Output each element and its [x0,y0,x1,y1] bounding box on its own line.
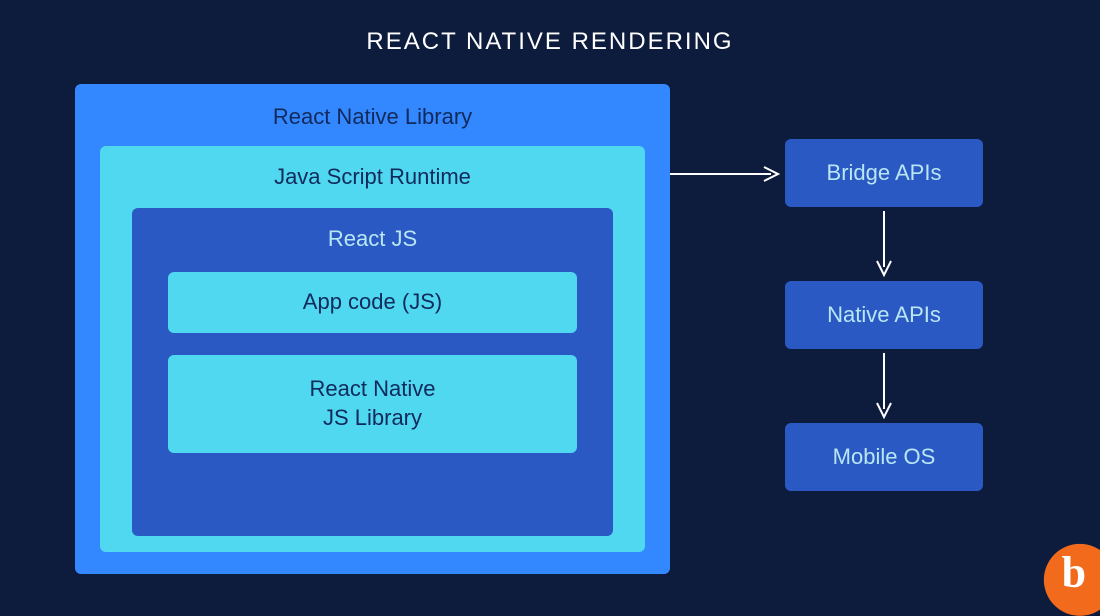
reactjs-label: React JS [168,226,577,252]
arrow-down-2 [874,349,894,423]
react-native-library-label: React Native Library [100,104,645,130]
reactjs-box: React JS App code (JS) React NativeJS Li… [132,208,613,536]
arrow-to-bridge [670,164,785,184]
diagram-canvas: React Native Library Java Script Runtime… [0,74,1100,594]
app-code-box: App code (JS) [168,272,577,333]
native-apis-box: Native APIs [785,281,983,349]
brand-logo-icon: b [1044,544,1100,616]
js-runtime-box: Java Script Runtime React JS App code (J… [100,146,645,552]
api-flow-column: Bridge APIs Native APIs Mobile OS [785,139,983,491]
brand-logo-glyph: b [1062,546,1086,597]
react-native-library-box: React Native Library Java Script Runtime… [75,84,670,574]
rn-js-library-box: React NativeJS Library [168,355,577,453]
js-runtime-label: Java Script Runtime [132,164,613,190]
diagram-title: REACT NATIVE RENDERING [0,0,1100,56]
bridge-apis-box: Bridge APIs [785,139,983,207]
arrow-down-1 [874,207,894,281]
mobile-os-box: Mobile OS [785,423,983,491]
